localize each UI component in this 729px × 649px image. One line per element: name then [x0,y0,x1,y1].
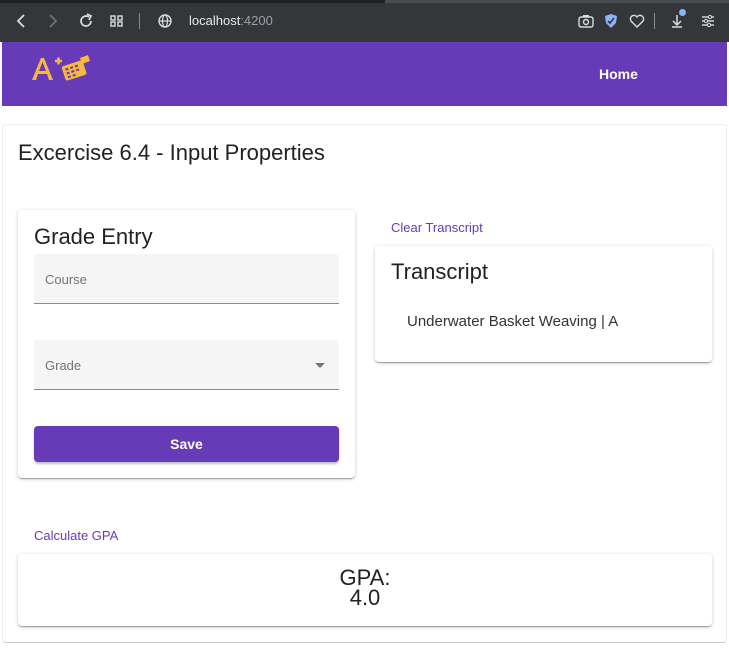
transcript-card: Transcript Underwater Basket Weaving | A [375,246,712,362]
nav-home-link[interactable]: Home [599,66,638,82]
url-host: localhost [189,13,241,28]
gpa-display: GPA: 4.0 [18,567,712,610]
gpa-value: 4.0 [349,585,381,610]
save-button[interactable]: Save [34,426,339,462]
page-title: Excercise 6.4 - Input Properties [18,140,325,165]
app-toolbar: Home [2,42,727,106]
course-input[interactable] [34,254,339,303]
grade-entry-card: Grade Entry Course Grade Save [18,210,355,478]
grade-entry-title: Grade Entry [34,224,153,249]
shield-icon[interactable] [604,13,618,29]
toolbar-divider [139,13,140,29]
camera-icon[interactable] [576,11,596,31]
url-port: :4200 [240,13,273,28]
address-bar[interactable]: localhost:4200 [189,13,273,28]
dropdown-arrow-icon [315,363,325,368]
menu-sliders-icon[interactable] [698,11,718,31]
logo-icon[interactable] [30,52,92,84]
heart-icon[interactable] [627,11,647,31]
reload-icon[interactable] [76,11,96,31]
active-tab[interactable] [385,0,729,3]
grade-select[interactable]: Grade [34,340,339,390]
toolbar-divider [654,13,655,29]
grade-label: Grade [45,358,82,373]
transcript-entry: Underwater Basket Weaving | A [407,313,619,330]
clear-transcript-button[interactable]: Clear Transcript [391,220,483,235]
back-icon[interactable] [12,11,32,31]
browser-toolbar: localhost:4200 [0,0,729,42]
calculate-gpa-button[interactable]: Calculate GPA [34,528,118,543]
transcript-title: Transcript [391,259,488,284]
forward-icon[interactable] [42,11,62,31]
globe-icon[interactable] [155,11,175,31]
gpa-card: GPA: 4.0 [18,554,712,626]
download-badge [679,9,686,16]
course-field[interactable]: Course [34,254,339,304]
tab-grid-icon[interactable] [107,11,127,31]
